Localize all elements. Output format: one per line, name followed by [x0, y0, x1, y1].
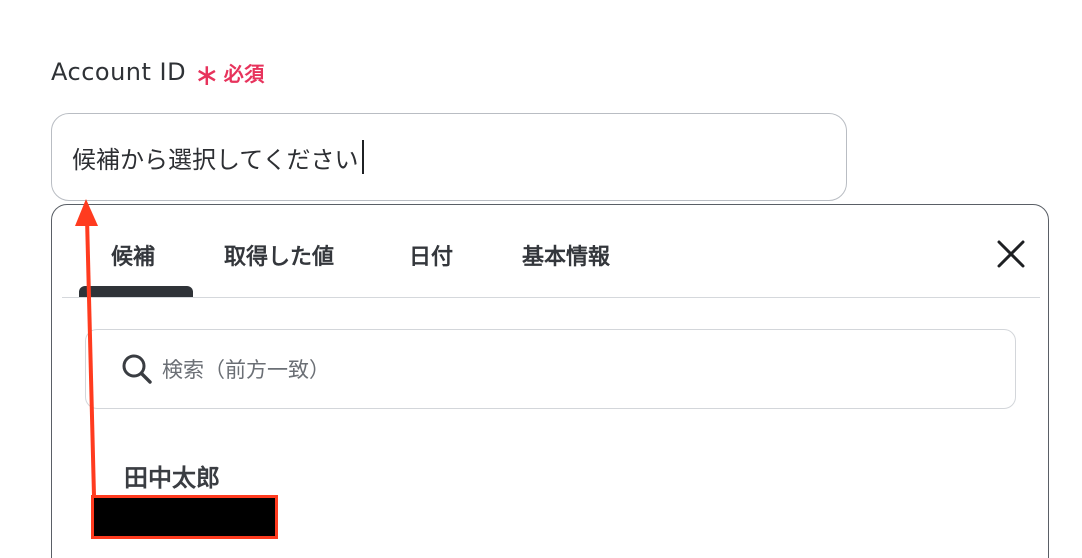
account-id-input[interactable]: 候補から選択してください: [51, 113, 847, 201]
screen: Account ID ∗ 必須 候補から選択してください 候補 取得した値 日付…: [0, 0, 1082, 558]
active-tab-indicator: [79, 286, 193, 297]
required-badge: 必須: [223, 61, 265, 86]
close-icon[interactable]: [992, 235, 1030, 273]
input-value: 候補から選択してください: [72, 145, 359, 174]
field-label-text: Account ID: [51, 58, 187, 86]
tab-date[interactable]: 日付: [409, 239, 453, 271]
account-id-label: Account ID ∗ 必須: [51, 56, 265, 93]
tab-candidates[interactable]: 候補: [111, 239, 155, 271]
search-icon: [122, 354, 152, 384]
list-item[interactable]: 田中太郎: [124, 458, 220, 493]
search-input[interactable]: 検索（前方一致）: [85, 329, 1016, 409]
dropdown-tabs: 候補 取得した値 日付 基本情報: [62, 205, 1040, 298]
search-placeholder: 検索（前方一致）: [162, 358, 330, 382]
required-asterisk: ∗: [194, 58, 220, 93]
tab-fetched-values[interactable]: 取得した値: [224, 239, 334, 271]
redaction-box: [91, 495, 278, 539]
text-caret: [361, 140, 364, 174]
tab-basic-info[interactable]: 基本情報: [522, 239, 610, 271]
